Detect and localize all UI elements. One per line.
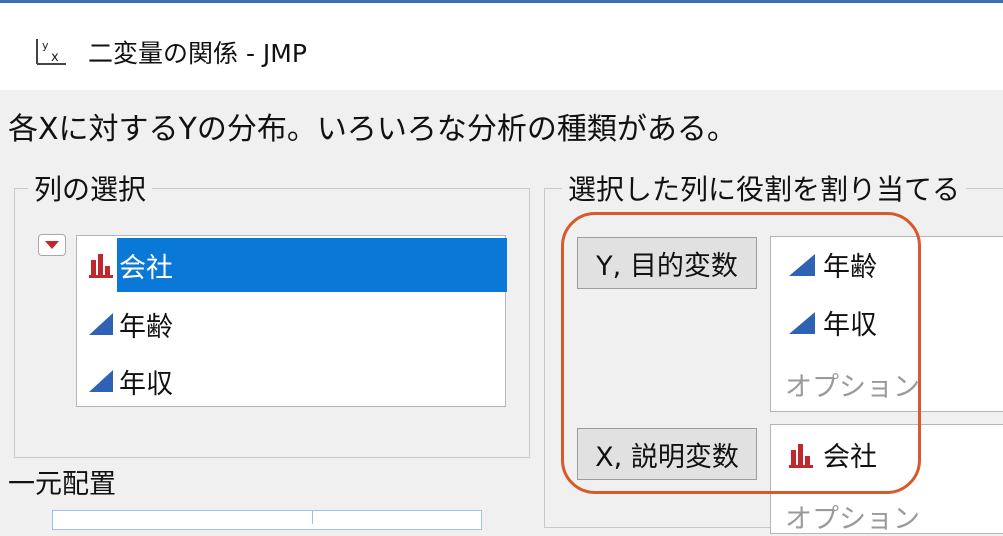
- y-option-label: オプション: [785, 372, 920, 403]
- oneway-section-label: 一元配置: [8, 469, 116, 500]
- selection-highlight: [117, 238, 507, 292]
- continuous-ramp-icon: [89, 370, 113, 392]
- list-item-label: 会社: [119, 252, 173, 284]
- platform-description: 各Xに対するYの分布。いろいろな分析の種類がある。: [8, 112, 737, 147]
- y-role-button[interactable]: Y, 目的変数: [577, 237, 757, 289]
- nominal-bar-icon: [789, 443, 813, 468]
- svg-text:x: x: [51, 50, 59, 65]
- continuous-ramp-icon: [789, 311, 815, 334]
- x-item-label: 会社: [823, 442, 877, 473]
- x-option-text: オプション: [785, 497, 920, 536]
- title-bar: y x 二変量の関係 - JMP: [0, 0, 1003, 90]
- continuous-ramp-icon: [89, 313, 113, 335]
- column-select-label: 列の選択: [28, 168, 153, 208]
- svg-text:y: y: [42, 39, 49, 52]
- list-item-label: 年齢: [119, 311, 173, 343]
- role-assign-label: 選択した列に役割を割り当てる: [562, 168, 967, 208]
- window-title: 二変量の関係 - JMP: [88, 39, 307, 68]
- x-item-company[interactable]: 会社: [785, 435, 877, 474]
- y-option-text: オプション: [785, 365, 920, 404]
- x-option-label: オプション: [785, 504, 920, 535]
- list-item-age[interactable]: 年齢: [79, 295, 503, 353]
- y-item-age[interactable]: 年齢: [785, 245, 877, 284]
- y-item-label: 年収: [823, 310, 877, 341]
- bivariate-yx-icon: y x: [36, 39, 66, 65]
- x-role-list[interactable]: 会社 オプション: [770, 424, 1003, 536]
- list-item-label: 年収: [119, 368, 173, 400]
- list-item-company[interactable]: 会社: [79, 236, 507, 294]
- red-triangle-icon[interactable]: [38, 234, 66, 256]
- list-item-income[interactable]: 年収: [79, 352, 503, 410]
- nominal-bar-icon: [89, 254, 113, 278]
- y-item-label: 年齢: [823, 252, 877, 283]
- y-role-list[interactable]: 年齢 年収 オプション: [770, 236, 1003, 412]
- x-role-button[interactable]: X, 説明変数: [577, 428, 757, 480]
- continuous-ramp-icon: [789, 253, 815, 276]
- oneway-table: [52, 510, 482, 530]
- table-divider: [312, 510, 313, 524]
- column-list[interactable]: 会社 年齢 年収: [76, 235, 507, 410]
- y-item-income[interactable]: 年収: [785, 303, 877, 342]
